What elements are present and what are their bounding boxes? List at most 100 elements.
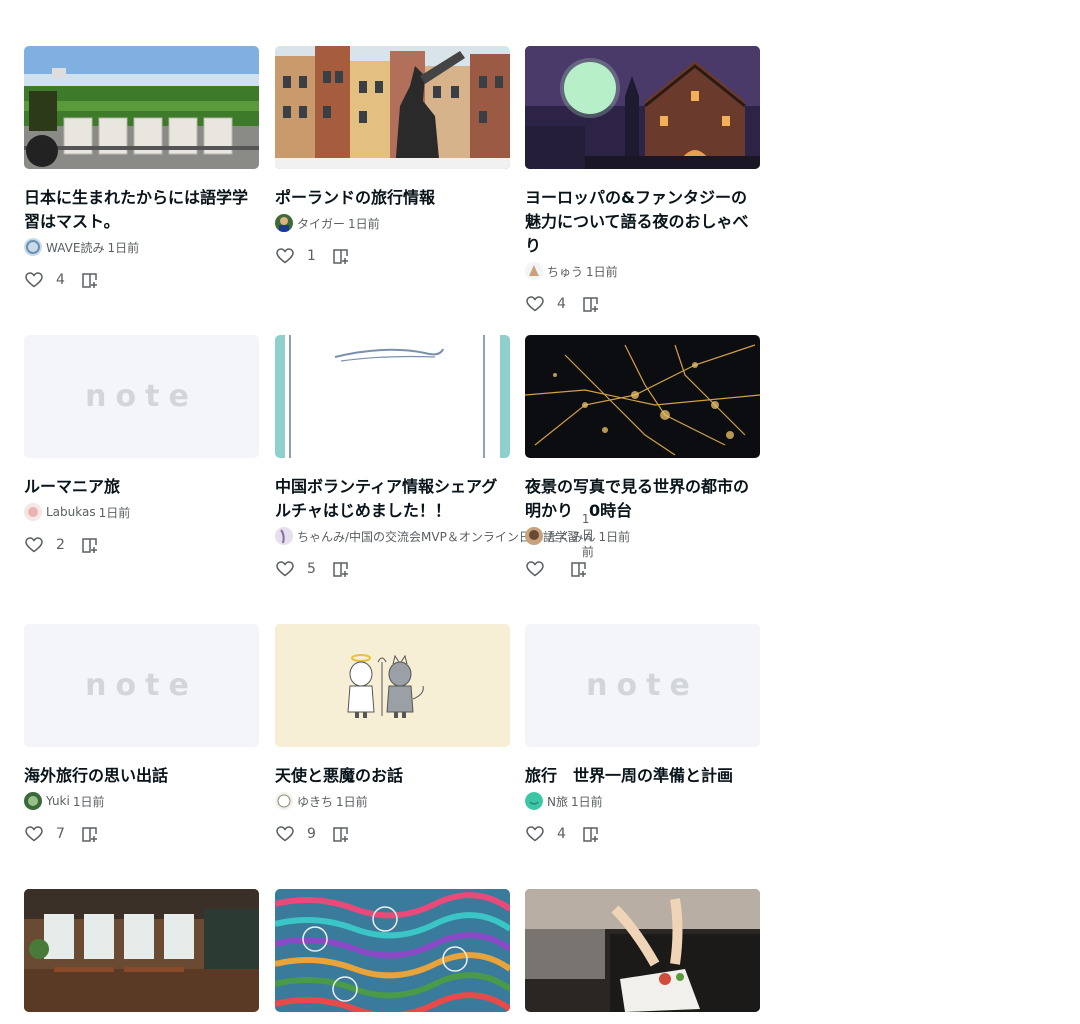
- like-button[interactable]: [525, 824, 545, 844]
- thumbnail-cafe-interior[interactable]: [24, 889, 259, 1012]
- note-card[interactable]: ヨーロッパの&ファンタジーの魅力について語る夜のおしゃべり ちゅう 1日前 4: [525, 46, 760, 314]
- heart-icon[interactable]: [525, 294, 545, 314]
- heart-icon[interactable]: [24, 824, 44, 844]
- post-date: 1日前: [570, 794, 603, 809]
- note-card[interactable]: [525, 889, 760, 1012]
- note-card[interactable]: [24, 889, 259, 1012]
- note-card[interactable]: 夜景の写真で見る世界の都市の明かり 0時台 たくみん 1日前: [525, 335, 760, 579]
- avatar[interactable]: [275, 527, 293, 545]
- author-name[interactable]: タイガー: [297, 215, 345, 232]
- like-count: 4: [557, 826, 566, 842]
- card-title[interactable]: 天使と悪魔のお話: [275, 764, 510, 788]
- card-meta: ちゅう 1日前: [525, 262, 760, 280]
- like-button[interactable]: [24, 270, 44, 290]
- thumbnail-volunteer-banner[interactable]: [275, 335, 510, 458]
- card-meta: ちゃんみ/中国の交流会MVP＆オンライン日本語学習 1日前: [275, 512, 594, 559]
- magazine-add-icon[interactable]: [331, 246, 351, 266]
- note-card[interactable]: 天使と悪魔のお話 ゆきち 1日前 9: [275, 624, 510, 844]
- like-button[interactable]: [525, 559, 545, 579]
- like-button[interactable]: [275, 559, 295, 579]
- card-title[interactable]: 日本に生まれたからには語学学習はマスト。: [24, 186, 259, 234]
- thumbnail-tractor-field[interactable]: [24, 46, 259, 169]
- heart-icon[interactable]: [525, 824, 545, 844]
- heart-icon[interactable]: [525, 559, 545, 579]
- note-logo: note: [586, 668, 699, 703]
- like-button[interactable]: [24, 535, 44, 555]
- avatar[interactable]: [275, 214, 293, 232]
- like-button[interactable]: [275, 824, 295, 844]
- card-actions: 9: [275, 824, 510, 844]
- card-actions: 5: [275, 559, 510, 579]
- author-name[interactable]: ゆきち: [297, 793, 333, 810]
- thumbnail-note-placeholder[interactable]: note: [525, 624, 760, 747]
- card-title[interactable]: 海外旅行の思い出話: [24, 764, 259, 788]
- magazine-add-icon[interactable]: [581, 824, 601, 844]
- magazine-add-icon[interactable]: [80, 824, 100, 844]
- card-meta: Labukas 1日前: [24, 503, 259, 521]
- card-title[interactable]: 旅行 世界一周の準備と計画: [525, 764, 760, 788]
- author-name[interactable]: WAVE読み: [46, 239, 104, 256]
- note-card[interactable]: 日本に生まれたからには語学学習はマスト。 WAVE読み 1日前 4: [24, 46, 259, 290]
- post-date: 1日前: [72, 794, 105, 809]
- note-card[interactable]: [275, 889, 510, 1012]
- thumbnail-city-lights[interactable]: [525, 335, 760, 458]
- author-name[interactable]: ちゅう: [547, 263, 583, 280]
- avatar[interactable]: [24, 792, 42, 810]
- author-name[interactable]: Labukas: [46, 505, 96, 519]
- like-button[interactable]: [24, 824, 44, 844]
- heart-icon[interactable]: [24, 0, 44, 2]
- card-actions: [525, 559, 760, 579]
- avatar[interactable]: [525, 262, 543, 280]
- note-card[interactable]: ポーランドの旅行情報 タイガー 1日前 1: [275, 46, 510, 266]
- heart-icon[interactable]: [275, 824, 295, 844]
- card-title[interactable]: ポーランドの旅行情報: [275, 186, 510, 210]
- thumbnail-colorful-bags[interactable]: [275, 889, 510, 1012]
- card-meta: タイガー 1日前: [275, 214, 510, 232]
- thumbnail-warsaw-mermaid[interactable]: [275, 46, 510, 169]
- heart-icon[interactable]: [275, 0, 295, 2]
- note-card[interactable]: note ルーマニア旅 Labukas 1日前 2: [24, 335, 259, 555]
- author-name[interactable]: たくみん: [547, 528, 595, 545]
- partial-actions-row: [275, 0, 355, 2]
- thumbnail-note-placeholder[interactable]: note: [24, 335, 259, 458]
- heart-icon[interactable]: [275, 559, 295, 579]
- post-date: 1日前: [586, 264, 618, 279]
- card-title[interactable]: ルーマニア旅: [24, 475, 259, 499]
- magazine-add-icon[interactable]: [569, 559, 589, 579]
- heart-icon[interactable]: [24, 535, 44, 555]
- card-title[interactable]: 中国ボランティア情報シェアグルチャはじめました！！: [275, 475, 510, 523]
- avatar[interactable]: [525, 792, 543, 810]
- heart-icon[interactable]: [275, 246, 295, 266]
- post-date: 1日前: [348, 216, 380, 231]
- note-card[interactable]: note 旅行 世界一周の準備と計画 N旅 1日前 4: [525, 624, 760, 844]
- like-button[interactable]: [525, 294, 545, 314]
- note-card[interactable]: note 海外旅行の思い出話 Yuki 1日前 7: [24, 624, 259, 844]
- heart-icon[interactable]: [24, 270, 44, 290]
- thumbnail-moon-castle[interactable]: [525, 46, 760, 169]
- like-count: 4: [557, 296, 566, 312]
- thumbnail-angel-devil[interactable]: [275, 624, 510, 747]
- magazine-add-icon[interactable]: [331, 824, 351, 844]
- thumbnail-chef-plating[interactable]: [525, 889, 760, 1012]
- magazine-add-icon[interactable]: [335, 0, 355, 2]
- author-name[interactable]: Yuki: [46, 794, 70, 808]
- card-meta: ゆきち 1日前: [275, 792, 510, 810]
- avatar[interactable]: [525, 527, 543, 545]
- like-count: 5: [307, 561, 316, 577]
- magazine-add-icon[interactable]: [80, 535, 100, 555]
- avatar[interactable]: [24, 238, 42, 256]
- magazine-add-icon[interactable]: [331, 559, 351, 579]
- author-name[interactable]: N旅: [547, 793, 568, 810]
- card-title[interactable]: 夜景の写真で見る世界の都市の明かり 0時台: [525, 475, 760, 523]
- post-date: 1日前: [336, 794, 368, 809]
- magazine-add-icon[interactable]: [84, 0, 104, 2]
- card-title[interactable]: ヨーロッパの&ファンタジーの魅力について語る夜のおしゃべり: [525, 186, 760, 258]
- avatar[interactable]: [275, 792, 293, 810]
- magazine-add-icon[interactable]: [581, 294, 601, 314]
- like-button[interactable]: [275, 246, 295, 266]
- thumbnail-note-placeholder[interactable]: note: [24, 624, 259, 747]
- note-card[interactable]: 中国ボランティア情報シェアグルチャはじめました！！ ちゃんみ/中国の交流会MVP…: [275, 335, 594, 579]
- card-actions: 4: [525, 824, 760, 844]
- avatar[interactable]: [24, 503, 42, 521]
- magazine-add-icon[interactable]: [80, 270, 100, 290]
